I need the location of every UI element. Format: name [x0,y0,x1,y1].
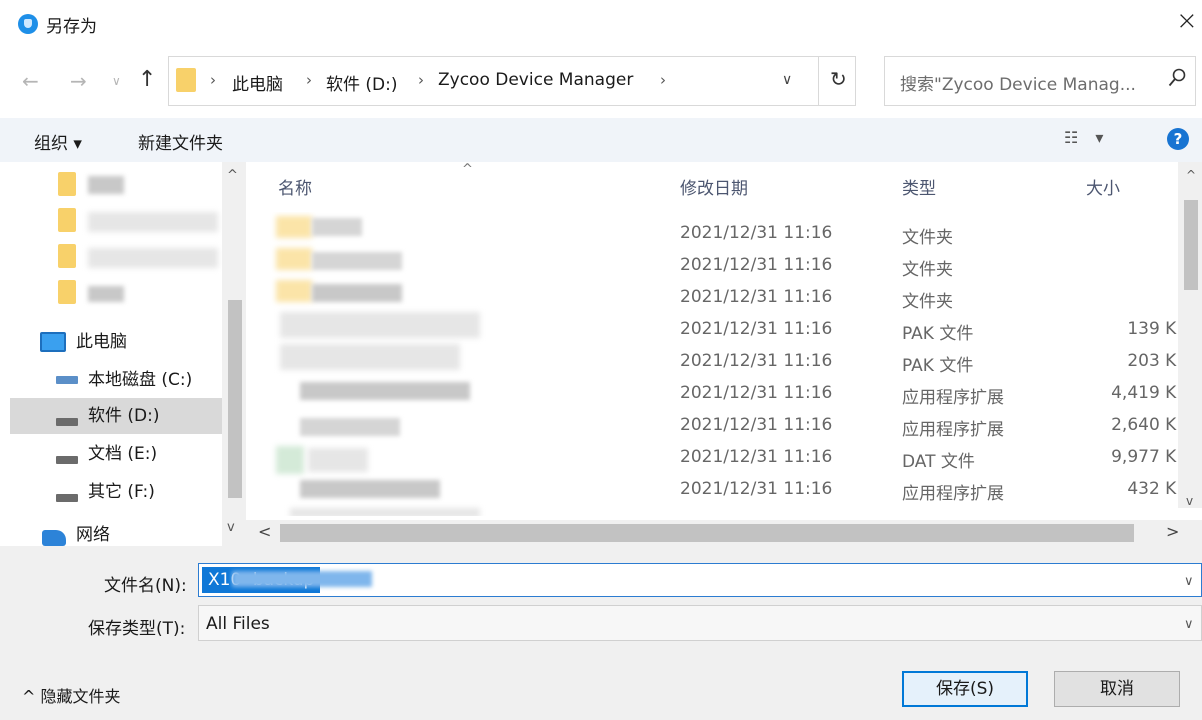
breadcrumb-zycoo[interactable]: Zycoo Device Manager [438,70,633,90]
column-header-name[interactable]: 名称 [278,174,312,199]
forward-button[interactable]: → [70,69,87,93]
size-cell: 139 KB [1127,319,1188,339]
help-icon[interactable]: ? [1167,128,1189,150]
modified-cell: 2021/12/31 11:16 [680,383,833,403]
type-cell: 文件夹 [902,292,953,312]
folder-icon [58,172,76,196]
modified-cell: 2021/12/31 11:16 [680,287,833,307]
blurred-folder-name[interactable] [88,176,124,194]
modified-cell: 2021/12/31 11:16 [680,223,833,243]
app-icon [18,14,38,34]
column-header-modified[interactable]: 修改日期 [680,174,748,199]
type-cell: 应用程序扩展 [902,420,1004,440]
back-button[interactable]: ← [22,69,39,93]
computer-icon [40,332,66,352]
view-options-button[interactable]: ☷ ▾ [1064,128,1109,147]
column-header-type[interactable]: 类型 [902,174,936,199]
type-cell: PAK 文件 [902,356,974,376]
folder-icon [58,244,76,268]
breadcrumb-separator[interactable]: › [210,71,216,89]
breadcrumb-drive-d[interactable]: 软件 (D:) [326,70,398,95]
sort-ascending-icon: ^ [462,162,473,177]
close-button[interactable]: × [1176,6,1198,36]
type-cell: 文件夹 [902,260,953,280]
drive-icon [56,494,78,502]
folder-icon [176,68,196,92]
folder-icon [58,208,76,232]
file-list-scrollbar-thumb[interactable] [1184,200,1198,290]
type-cell: PAK 文件 [902,324,974,344]
modified-cell: 2021/12/31 11:16 [680,479,833,499]
modified-cell: 2021/12/31 11:16 [680,255,833,275]
type-cell: DAT 文件 [902,452,975,472]
redacted-filename-segment [232,571,372,587]
type-cell: 应用程序扩展 [902,388,1004,408]
list-scroll-down-button[interactable]: v [1186,494,1193,508]
size-cell: 432 KB [1127,479,1188,499]
sidebar-item-label: 软件 (D:) [88,406,160,426]
list-scroll-up-button[interactable]: ^ [1186,168,1196,182]
size-cell: 2,640 KB [1111,415,1188,435]
new-folder-button[interactable]: 新建文件夹 [138,129,223,154]
search-icon[interactable] [1168,68,1186,88]
breadcrumb-separator[interactable]: › [418,71,424,89]
scroll-right-button[interactable]: > [1166,522,1179,541]
blurred-folder-name[interactable] [88,212,218,232]
save-button[interactable]: 保存(S) [902,671,1028,707]
filetype-value[interactable]: All Files [206,614,270,634]
hide-folders-toggle[interactable]: ^ 隐藏文件夹 [22,683,121,707]
modified-cell: 2021/12/31 11:16 [680,351,833,371]
drive-icon [56,376,78,384]
drive-icon [56,418,78,426]
type-cell: 应用程序扩展 [902,484,1004,504]
address-dropdown-button[interactable]: ∨ [782,72,792,88]
filetype-label: 保存类型(T): [88,619,186,639]
organize-menu[interactable]: 组织 ▾ [34,129,82,154]
blurred-folder-name[interactable] [88,248,218,268]
scroll-left-button[interactable]: < [258,522,271,541]
sidebar-item-this-pc[interactable]: 此电脑 [76,324,246,360]
breadcrumb-separator[interactable]: › [660,71,666,89]
type-cell: 文件夹 [902,228,953,248]
network-icon [42,530,66,546]
blurred-folder-name[interactable] [88,286,124,302]
horizontal-scrollbar-thumb[interactable] [280,524,1134,542]
filename-label: 文件名(N): [104,576,187,596]
search-placeholder[interactable]: 搜索"Zycoo Device Manag... [900,70,1136,95]
chevron-down-icon[interactable]: ∨ [1184,617,1194,632]
folder-icon [58,280,76,304]
refresh-icon[interactable]: ↻ [830,67,847,91]
sidebar-item-drive-e[interactable]: 文档 (E:) [88,436,258,472]
address-divider [818,56,819,106]
up-button[interactable]: ↑ [138,67,156,92]
drive-icon [56,456,78,464]
blurred-name-column [270,212,500,516]
modified-cell: 2021/12/31 11:16 [680,447,833,467]
breadcrumb-this-pc[interactable]: 此电脑 [232,70,283,95]
filetype-select[interactable] [198,605,1202,641]
nav-scroll-up-button[interactable]: ^ [227,168,238,183]
breadcrumb-separator[interactable]: › [306,71,312,89]
sidebar-item-drive-d[interactable]: 软件 (D:) [10,398,222,434]
cancel-button[interactable]: 取消 [1054,671,1180,707]
sidebar-item-drive-f[interactable]: 其它 (F:) [88,474,258,510]
size-cell: 4,419 KB [1111,383,1188,403]
recent-locations-button[interactable]: ∨ [112,74,121,88]
modified-cell: 2021/12/31 11:16 [680,415,833,435]
sidebar-item-drive-c[interactable]: 本地磁盘 (C:) [88,362,258,398]
chevron-down-icon[interactable]: ∨ [1184,574,1194,589]
window-title: 另存为 [46,17,97,37]
modified-cell: 2021/12/31 11:16 [680,319,833,339]
column-header-size[interactable]: 大小 [1086,174,1120,199]
size-cell: 9,977 KB [1111,447,1188,467]
sidebar-item-network[interactable]: 网络 [76,524,246,546]
size-cell: 203 KB [1127,351,1188,371]
